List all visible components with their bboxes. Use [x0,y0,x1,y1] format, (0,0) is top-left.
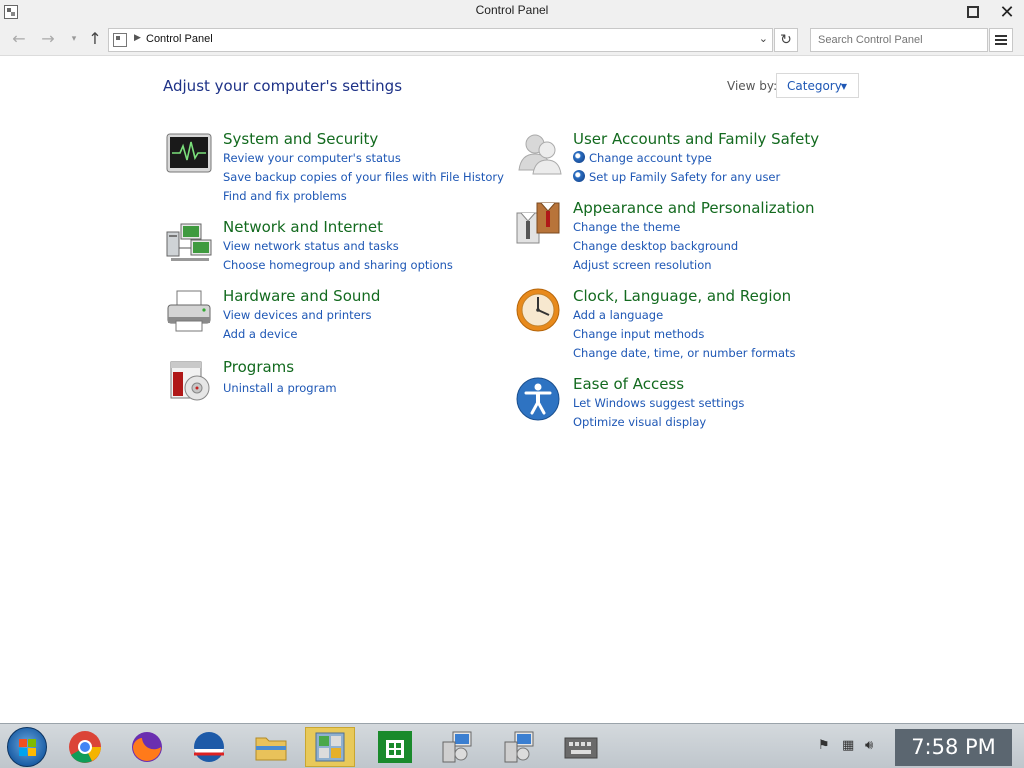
windows-logo-icon [19,739,37,757]
taskbar-opera[interactable] [184,727,234,767]
refresh-button[interactable]: ↻ [774,28,798,52]
link-input-methods[interactable]: Change input methods [573,325,796,344]
taskbar: ⚑ ▦ 🔊︎ 7:58 PM [0,723,1024,768]
printer-icon[interactable] [165,287,213,335]
link-change-theme[interactable]: Change the theme [573,218,738,237]
link-find-fix-problems[interactable]: Find and fix problems [223,187,504,206]
link-homegroup[interactable]: Choose homegroup and sharing options [223,256,453,275]
appearance-icon[interactable] [515,199,563,247]
taskbar-clock[interactable]: 7:58 PM [895,729,1012,766]
control-panel-icon [315,732,345,762]
link-network-status[interactable]: View network status and tasks [223,237,453,256]
control-panel-icon [113,33,127,47]
breadcrumb-separator-icon[interactable]: ▶ [134,33,141,43]
opera-icon [194,732,224,762]
chrome-icon [69,731,101,763]
view-by-value: Category [787,79,842,93]
category-title[interactable]: Clock, Language, and Region [573,287,791,305]
action-center-flag-icon[interactable]: ⚑ [818,738,830,753]
network-tray-icon[interactable]: ▦ [842,738,854,753]
file-explorer-icon [255,737,287,761]
forward-button[interactable]: → [38,30,58,50]
view-by-select[interactable]: Category ▼ [776,73,859,98]
address-bar: ← → ▾ ↑ ▶ Control Panel ⌄ ↻ [0,24,1024,56]
view-by-label: View by: [727,79,778,93]
breadcrumb[interactable]: Control Panel [146,33,213,45]
category-title[interactable]: Programs [223,358,294,376]
menu-button[interactable] [989,28,1013,52]
link-family-safety[interactable]: Set up Family Safety for any user [573,168,780,187]
maximize-icon [967,6,979,18]
keyboard-icon [564,737,598,759]
category-title[interactable]: Ease of Access [573,375,684,393]
store-icon [378,731,412,763]
taskbar-network-app-2[interactable] [494,727,544,767]
network-icon[interactable] [165,218,213,266]
refresh-icon: ↻ [780,32,792,48]
taskbar-file-explorer[interactable] [246,727,296,767]
link-desktop-background[interactable]: Change desktop background [573,237,738,256]
taskbar-store[interactable] [370,727,420,767]
taskbar-keyboard[interactable] [556,727,606,767]
category-title[interactable]: Hardware and Sound [223,287,380,305]
link-add-device[interactable]: Add a device [223,325,371,344]
back-button[interactable]: ← [9,30,29,50]
volume-icon[interactable]: 🔊︎ [865,738,873,753]
close-button[interactable]: ✕ [990,0,1024,24]
clock-icon[interactable] [515,287,563,335]
recent-locations-button[interactable]: ▾ [64,30,84,50]
taskbar-control-panel[interactable] [305,727,355,767]
shield-icon [573,170,585,182]
category-title[interactable]: Network and Internet [223,218,383,236]
firefox-icon [132,732,162,762]
network-app-icon-2 [504,731,534,763]
network-app-icon [442,731,472,763]
dropdown-arrow-icon: ▼ [840,82,847,91]
arrow-up-icon: ↑ [88,29,102,48]
page-title: Adjust your computer's settings [163,77,403,95]
category-title[interactable]: User Accounts and Family Safety [573,130,819,148]
link-add-language[interactable]: Add a language [573,306,796,325]
link-change-account-type[interactable]: Change account type [573,149,780,168]
maximize-button[interactable] [956,0,990,24]
taskbar-network-app[interactable] [432,727,482,767]
search-input[interactable] [810,28,988,52]
link-suggest-settings[interactable]: Let Windows suggest settings [573,394,744,413]
start-button[interactable] [7,727,47,767]
category-title[interactable]: Appearance and Personalization [573,199,815,217]
chevron-down-icon: ▾ [71,34,77,44]
link-devices-printers[interactable]: View devices and printers [223,306,371,325]
arrow-right-icon: → [41,29,55,48]
address-dropdown-icon[interactable]: ⌄ [759,32,768,45]
address-field[interactable]: ▶ Control Panel ⌄ [108,28,773,52]
arrow-left-icon: ← [12,29,26,48]
link-review-status[interactable]: Review your computer's status [223,149,504,168]
category-title[interactable]: System and Security [223,130,378,148]
link-date-time-formats[interactable]: Change date, time, or number formats [573,344,796,363]
link-screen-resolution[interactable]: Adjust screen resolution [573,256,738,275]
users-icon[interactable] [515,130,563,178]
accessibility-icon[interactable] [515,375,563,423]
up-button[interactable]: ↑ [85,30,105,50]
taskbar-chrome[interactable] [60,727,110,767]
link-file-history[interactable]: Save backup copies of your files with Fi… [223,168,504,187]
link-visual-display[interactable]: Optimize visual display [573,413,744,432]
taskbar-firefox[interactable] [122,727,172,767]
title-bar: Control Panel ✕ [0,0,1024,24]
system-security-icon[interactable] [165,130,213,178]
link-uninstall-program[interactable]: Uninstall a program [223,379,337,398]
programs-icon[interactable] [165,358,213,406]
close-icon: ✕ [999,1,1015,23]
window-title: Control Panel [475,3,549,17]
shield-icon [573,151,585,163]
